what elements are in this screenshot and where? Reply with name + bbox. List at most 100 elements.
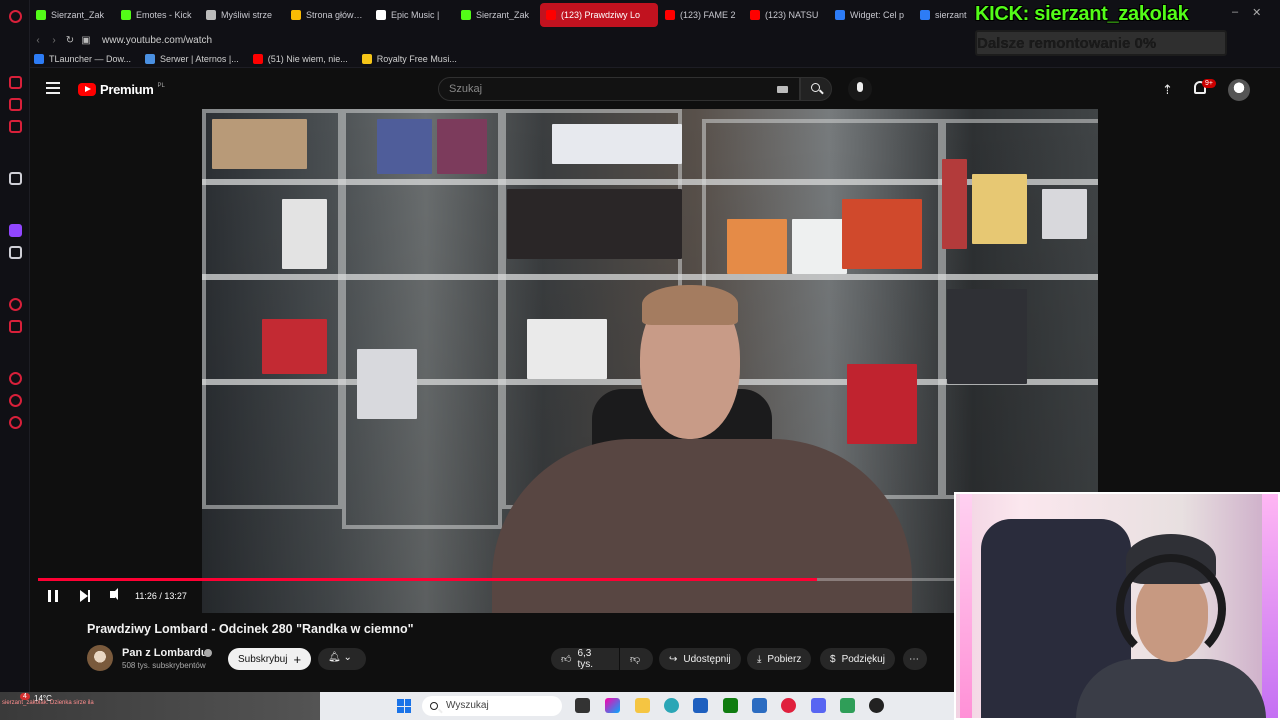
logo-text: Premium	[100, 82, 154, 97]
sidebar-settings-icon[interactable]	[9, 416, 22, 429]
forward-icon[interactable]: ›	[46, 35, 62, 46]
browser-tab[interactable]: Sierzant_Zak	[455, 3, 539, 27]
like-button[interactable]: 👍︎ 6,3 tys.	[551, 648, 619, 670]
weather-widget[interactable]: 4 14°C sierzant_zakolak: Dzienka sirze i…	[0, 692, 320, 720]
thumbs-up-icon: 👍︎	[561, 654, 572, 665]
download-label: Pobierz	[767, 653, 802, 665]
tab-label: Strona główna	[306, 10, 363, 20]
sidebar-history-icon[interactable]	[9, 372, 22, 385]
browser-tab[interactable]: Sierzant_Zak	[30, 3, 114, 27]
tab-label: (123) NATSU	[765, 10, 819, 20]
sidebar-x-icon[interactable]	[9, 246, 22, 259]
browser-tab[interactable]: (123) FAME 2	[659, 3, 743, 27]
bookmark-item[interactable]: TLauncher — Dow...	[34, 53, 131, 64]
subscribe-button[interactable]: Subskrybuj +	[228, 648, 312, 670]
verified-icon	[204, 649, 212, 657]
search-button[interactable]	[800, 77, 832, 101]
browser-tab[interactable]: (123) Prawdziwy Lo	[540, 3, 658, 27]
browser-tab[interactable]: Myśliwi strze	[200, 3, 284, 27]
bookmark-label: (51) Nie wiem, nie...	[267, 53, 348, 64]
menu-icon[interactable]	[46, 82, 60, 94]
opera-gx-icon[interactable]	[781, 698, 796, 713]
tab-favicon-icon	[121, 10, 131, 20]
sidebar-wallet-icon[interactable]	[9, 320, 22, 333]
copilot-icon[interactable]	[605, 698, 620, 713]
tab-favicon-icon	[546, 10, 556, 20]
keyboard-icon[interactable]	[777, 86, 788, 93]
bookmark-label: Serwer | Aternos |...	[160, 53, 239, 64]
window-controls: – ✕	[1232, 6, 1261, 19]
url-field[interactable]: www.youtube.com/watch	[102, 35, 212, 46]
volume-icon[interactable]	[110, 588, 118, 600]
file-explorer-icon[interactable]	[635, 698, 650, 713]
discord-icon[interactable]	[811, 698, 826, 713]
taskbar-search-input[interactable]: Wyszukaj	[422, 696, 562, 716]
windows-start-icon[interactable]	[397, 699, 411, 713]
search-input[interactable]: Szukaj	[438, 77, 800, 101]
subscriber-count: 508 tys. subskrybentów	[122, 661, 206, 670]
channel-name[interactable]: Pan z Lombardu	[122, 647, 208, 659]
pause-icon[interactable]	[48, 590, 58, 602]
tab-favicon-icon	[750, 10, 760, 20]
led-light-right	[1262, 494, 1278, 718]
media-player-icon[interactable]	[869, 698, 884, 713]
edge-icon[interactable]	[664, 698, 679, 713]
store-icon[interactable]	[693, 698, 708, 713]
sidebar-twitch-icon[interactable]	[9, 224, 22, 237]
sidebar-player-icon[interactable]	[9, 298, 22, 311]
progress-bar[interactable]	[38, 578, 954, 581]
visual-studio-icon[interactable]	[752, 698, 767, 713]
more-actions-button[interactable]: ⋯	[903, 648, 927, 670]
browser-tab[interactable]: Emotes - Kick	[115, 3, 199, 27]
tab-favicon-icon	[206, 10, 216, 20]
microphone-icon	[857, 82, 863, 92]
xbox-icon[interactable]	[723, 698, 738, 713]
tab-label: Sierzant_Zak	[476, 10, 530, 20]
tab-label: Sierzant_Zak	[51, 10, 105, 20]
sidebar-aria-icon[interactable]	[9, 172, 22, 185]
browser-tab[interactable]: Widget: Cel p	[829, 3, 913, 27]
tab-label: (123) FAME 2	[680, 10, 736, 20]
task-view-icon[interactable]	[575, 698, 590, 713]
opera-logo-icon[interactable]	[9, 10, 22, 23]
app-icon[interactable]	[840, 698, 855, 713]
youtube-header: Premium PL Szukaj ⇡ 9+	[30, 68, 1280, 110]
bell-icon: 🔔︎	[328, 652, 341, 663]
windows-taskbar: 4 14°C sierzant_zakolak: Dzienka sirze i…	[0, 692, 954, 720]
close-icon[interactable]: ✕	[1252, 6, 1261, 19]
back-icon[interactable]: ‹	[30, 35, 46, 46]
youtube-premium-logo[interactable]: Premium PL	[78, 82, 165, 97]
sidebar-extensions-icon[interactable]	[9, 394, 22, 407]
bookmark-item[interactable]: Royalty Free Musi...	[361, 53, 457, 64]
dislike-button[interactable]: 👎︎	[620, 648, 653, 670]
thanks-button[interactable]: $ Podziękuj	[820, 648, 895, 670]
player-controls: 11:26 / 13:27	[30, 578, 954, 614]
video-presenter	[492, 285, 912, 613]
browser-tab[interactable]: (123) NATSU	[744, 3, 828, 27]
bookmark-item[interactable]: (51) Nie wiem, nie...	[252, 53, 348, 64]
sidebar-messenger-icon[interactable]	[9, 98, 22, 111]
download-icon: ⤓	[757, 653, 762, 665]
minimize-icon[interactable]: –	[1232, 6, 1238, 19]
notification-settings-button[interactable]: 🔔︎ ⌄	[318, 648, 366, 670]
logo-country: PL	[157, 82, 165, 89]
tab-favicon-icon	[461, 10, 471, 20]
tab-favicon-icon	[835, 10, 845, 20]
bookmark-item[interactable]: Serwer | Aternos |...	[145, 53, 239, 64]
subscribe-label: Subskrybuj	[238, 653, 288, 665]
tab-favicon-icon	[665, 10, 675, 20]
account-avatar[interactable]	[1228, 79, 1250, 101]
next-video-icon[interactable]	[80, 590, 90, 602]
voice-search-button[interactable]	[848, 77, 872, 101]
reload-icon[interactable]: ↻	[62, 35, 78, 46]
browser-tab[interactable]: Epic Music |	[370, 3, 454, 27]
share-button[interactable]: ↪ Udostępnij	[659, 648, 741, 670]
download-button[interactable]: ⤓ Pobierz	[747, 648, 812, 670]
tab-label: Widget: Cel p	[850, 10, 905, 20]
sidebar-app-icon[interactable]	[9, 76, 22, 89]
channel-avatar[interactable]	[87, 645, 113, 671]
browser-tab[interactable]: Strona główna	[285, 3, 369, 27]
create-upload-icon[interactable]: ⇡	[1162, 82, 1173, 98]
sidebar-app-icon[interactable]	[9, 120, 22, 133]
progress-bar-fill	[38, 578, 817, 581]
